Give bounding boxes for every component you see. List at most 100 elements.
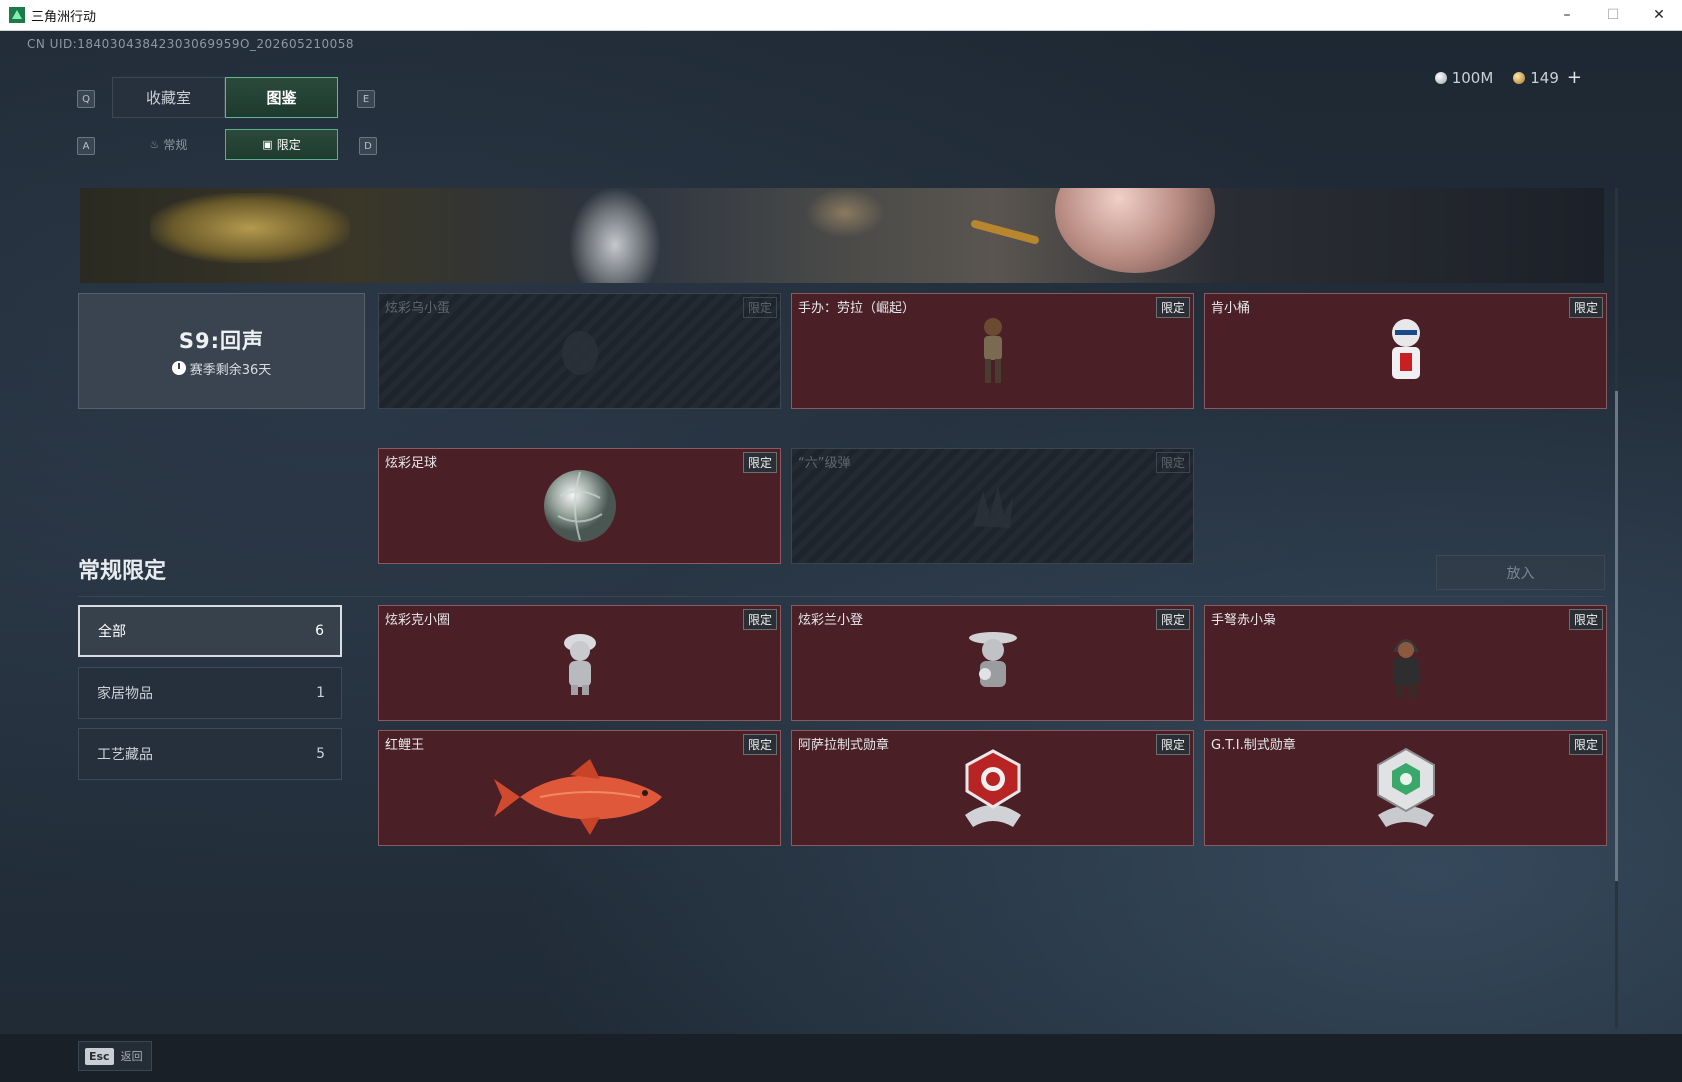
window-controls: – ☐ ✕: [1544, 0, 1682, 30]
key-hint-e: E: [357, 90, 375, 108]
key-hint-q: Q: [77, 90, 95, 108]
carp-fish-image: [493, 759, 662, 836]
category-count: 1: [316, 685, 325, 701]
limited-tag: 限定: [742, 297, 777, 318]
put-in-button[interactable]: 放入: [1436, 555, 1605, 590]
app-logo-icon: [9, 7, 25, 23]
category-all[interactable]: 全部 6: [78, 605, 342, 657]
silver-coin-icon: [1434, 71, 1447, 84]
item-name: 手办：劳拉（崛起）: [798, 301, 916, 316]
banner-boots-figure: [805, 188, 885, 238]
colonel-figure-image: [1391, 319, 1420, 379]
item-card-gti-medal[interactable]: G.T.I.制式勋章 限定: [1204, 730, 1607, 846]
clock-icon: [171, 361, 186, 375]
item-card-rainbow-lan[interactable]: 炫彩兰小登 限定: [791, 605, 1194, 721]
item-card-red-carp-king[interactable]: 红鲤王 限定: [378, 730, 781, 846]
silver-figure-image: [563, 634, 596, 695]
item-name: 肯小桶: [1211, 301, 1251, 316]
item-card-rainbow-football[interactable]: 炫彩足球 限定: [378, 448, 781, 564]
season-remaining: 赛季剩余36天: [171, 359, 272, 378]
item-name: 手弩赤小枭: [1211, 613, 1277, 628]
category-count: 5: [316, 746, 325, 762]
gold-amount: 149: [1530, 69, 1559, 87]
main-tabs: 收藏室 图鉴: [112, 77, 338, 118]
silver-currency: 100M: [1434, 68, 1494, 87]
silver-amount: 100M: [1451, 68, 1494, 87]
add-currency-button[interactable]: +: [1567, 67, 1582, 88]
limited-tag: 限定: [1568, 609, 1603, 630]
section-divider: [78, 596, 1604, 597]
item-name: 阿萨拉制式勋章: [798, 738, 890, 753]
key-hint-d: D: [359, 137, 377, 155]
main-area: CN UID:18403043842303069959O_20260521005…: [0, 31, 1682, 1082]
back-label: 返回: [120, 1050, 143, 1063]
category-label: 工艺藏品: [97, 747, 153, 763]
item-card-rainbow-egg[interactable]: 炫彩乌小蛋 限定: [378, 293, 781, 409]
maximize-button[interactable]: ☐: [1590, 0, 1636, 30]
limited-tag: 限定: [1568, 297, 1603, 318]
item-card-rainbow-ke[interactable]: 炫彩克小圈 限定: [378, 605, 781, 721]
currency-bar: 100M 149 +: [1434, 67, 1582, 88]
subtab-limited[interactable]: ▣ 限定: [225, 129, 338, 160]
item-card-lara-figure[interactable]: 手办：劳拉（崛起） 限定: [791, 293, 1194, 409]
scrollbar-thumb[interactable]: [1615, 391, 1618, 881]
sub-tabs: ♨ 常规 ▣ 限定: [112, 129, 338, 160]
category-crafts[interactable]: 工艺藏品 5: [78, 728, 342, 780]
item-card-six-bullet[interactable]: “六”级弹 限定: [791, 448, 1194, 564]
image-icon: ▣: [262, 138, 273, 151]
tab-codex[interactable]: 图鉴: [225, 77, 338, 118]
minimize-button[interactable]: –: [1544, 0, 1590, 30]
close-button[interactable]: ✕: [1636, 0, 1682, 30]
subtab-limited-label: 限定: [276, 138, 301, 152]
limited-tag: 限定: [742, 734, 777, 755]
gold-coin-icon: [1513, 72, 1526, 84]
item-name: “六”级弹: [798, 456, 851, 471]
season-info-panel: S9:回声 赛季剩余36天: [78, 293, 365, 409]
key-hint-a: A: [77, 137, 95, 155]
egg-figure-silhouette: [561, 331, 598, 375]
item-card-crossbow-figure[interactable]: 手弩赤小枭 限定: [1204, 605, 1607, 721]
item-name: 炫彩克小圈: [385, 613, 451, 628]
limited-tag: 限定: [1155, 734, 1190, 755]
banner-robot-figure: [570, 188, 660, 283]
limited-tag: 限定: [1155, 452, 1190, 473]
window-titlebar: 三角洲行动 – ☐ ✕: [0, 0, 1682, 31]
flame-icon: ♨: [149, 138, 160, 151]
item-card-ken-bucket[interactable]: 肯小桶 限定: [1204, 293, 1607, 409]
hooded-figure-image: [1392, 639, 1419, 698]
limited-tag: 限定: [1155, 297, 1190, 318]
tab-collection[interactable]: 收藏室: [112, 77, 225, 118]
back-button[interactable]: Esc 返回: [78, 1041, 152, 1071]
category-count: 6: [315, 623, 324, 639]
subtab-normal[interactable]: ♨ 常规: [112, 129, 225, 160]
limited-tag: 限定: [1155, 609, 1190, 630]
banner-golden-figure: [150, 193, 350, 263]
football-image: [543, 470, 616, 542]
item-card-asala-medal[interactable]: 阿萨拉制式勋章 限定: [791, 730, 1194, 846]
category-label: 家居物品: [97, 686, 153, 702]
section-title: 常规限定: [78, 559, 167, 584]
item-name: 炫彩乌小蛋: [385, 301, 451, 316]
category-label: 全部: [98, 624, 126, 640]
banner-bullet: [970, 219, 1040, 245]
asala-medal-image: [964, 749, 1021, 827]
limited-tag: 限定: [1568, 734, 1603, 755]
hand-figure-silhouette: [972, 486, 1013, 528]
subtab-normal-label: 常规: [163, 138, 188, 152]
gold-currency: 149 +: [1513, 67, 1582, 88]
footer-bar: [0, 1034, 1682, 1082]
sombrero-figure-image: [968, 632, 1017, 687]
item-name: 炫彩足球: [385, 456, 438, 471]
gti-medal-image: [1376, 747, 1435, 827]
item-name: 炫彩兰小登: [798, 613, 864, 628]
uid-text: CN UID:18403043842303069959O_20260521005…: [27, 37, 355, 51]
banner-sphere: [1055, 188, 1215, 273]
window-title: 三角洲行动: [31, 9, 97, 25]
limited-tag: 限定: [742, 452, 777, 473]
lara-figure-image: [983, 318, 1002, 383]
esc-key-hint: Esc: [85, 1047, 114, 1065]
category-home-items[interactable]: 家居物品 1: [78, 667, 342, 719]
season-banner-image: [80, 188, 1604, 283]
season-remaining-text: 赛季剩余36天: [189, 362, 272, 378]
limited-tag: 限定: [742, 609, 777, 630]
